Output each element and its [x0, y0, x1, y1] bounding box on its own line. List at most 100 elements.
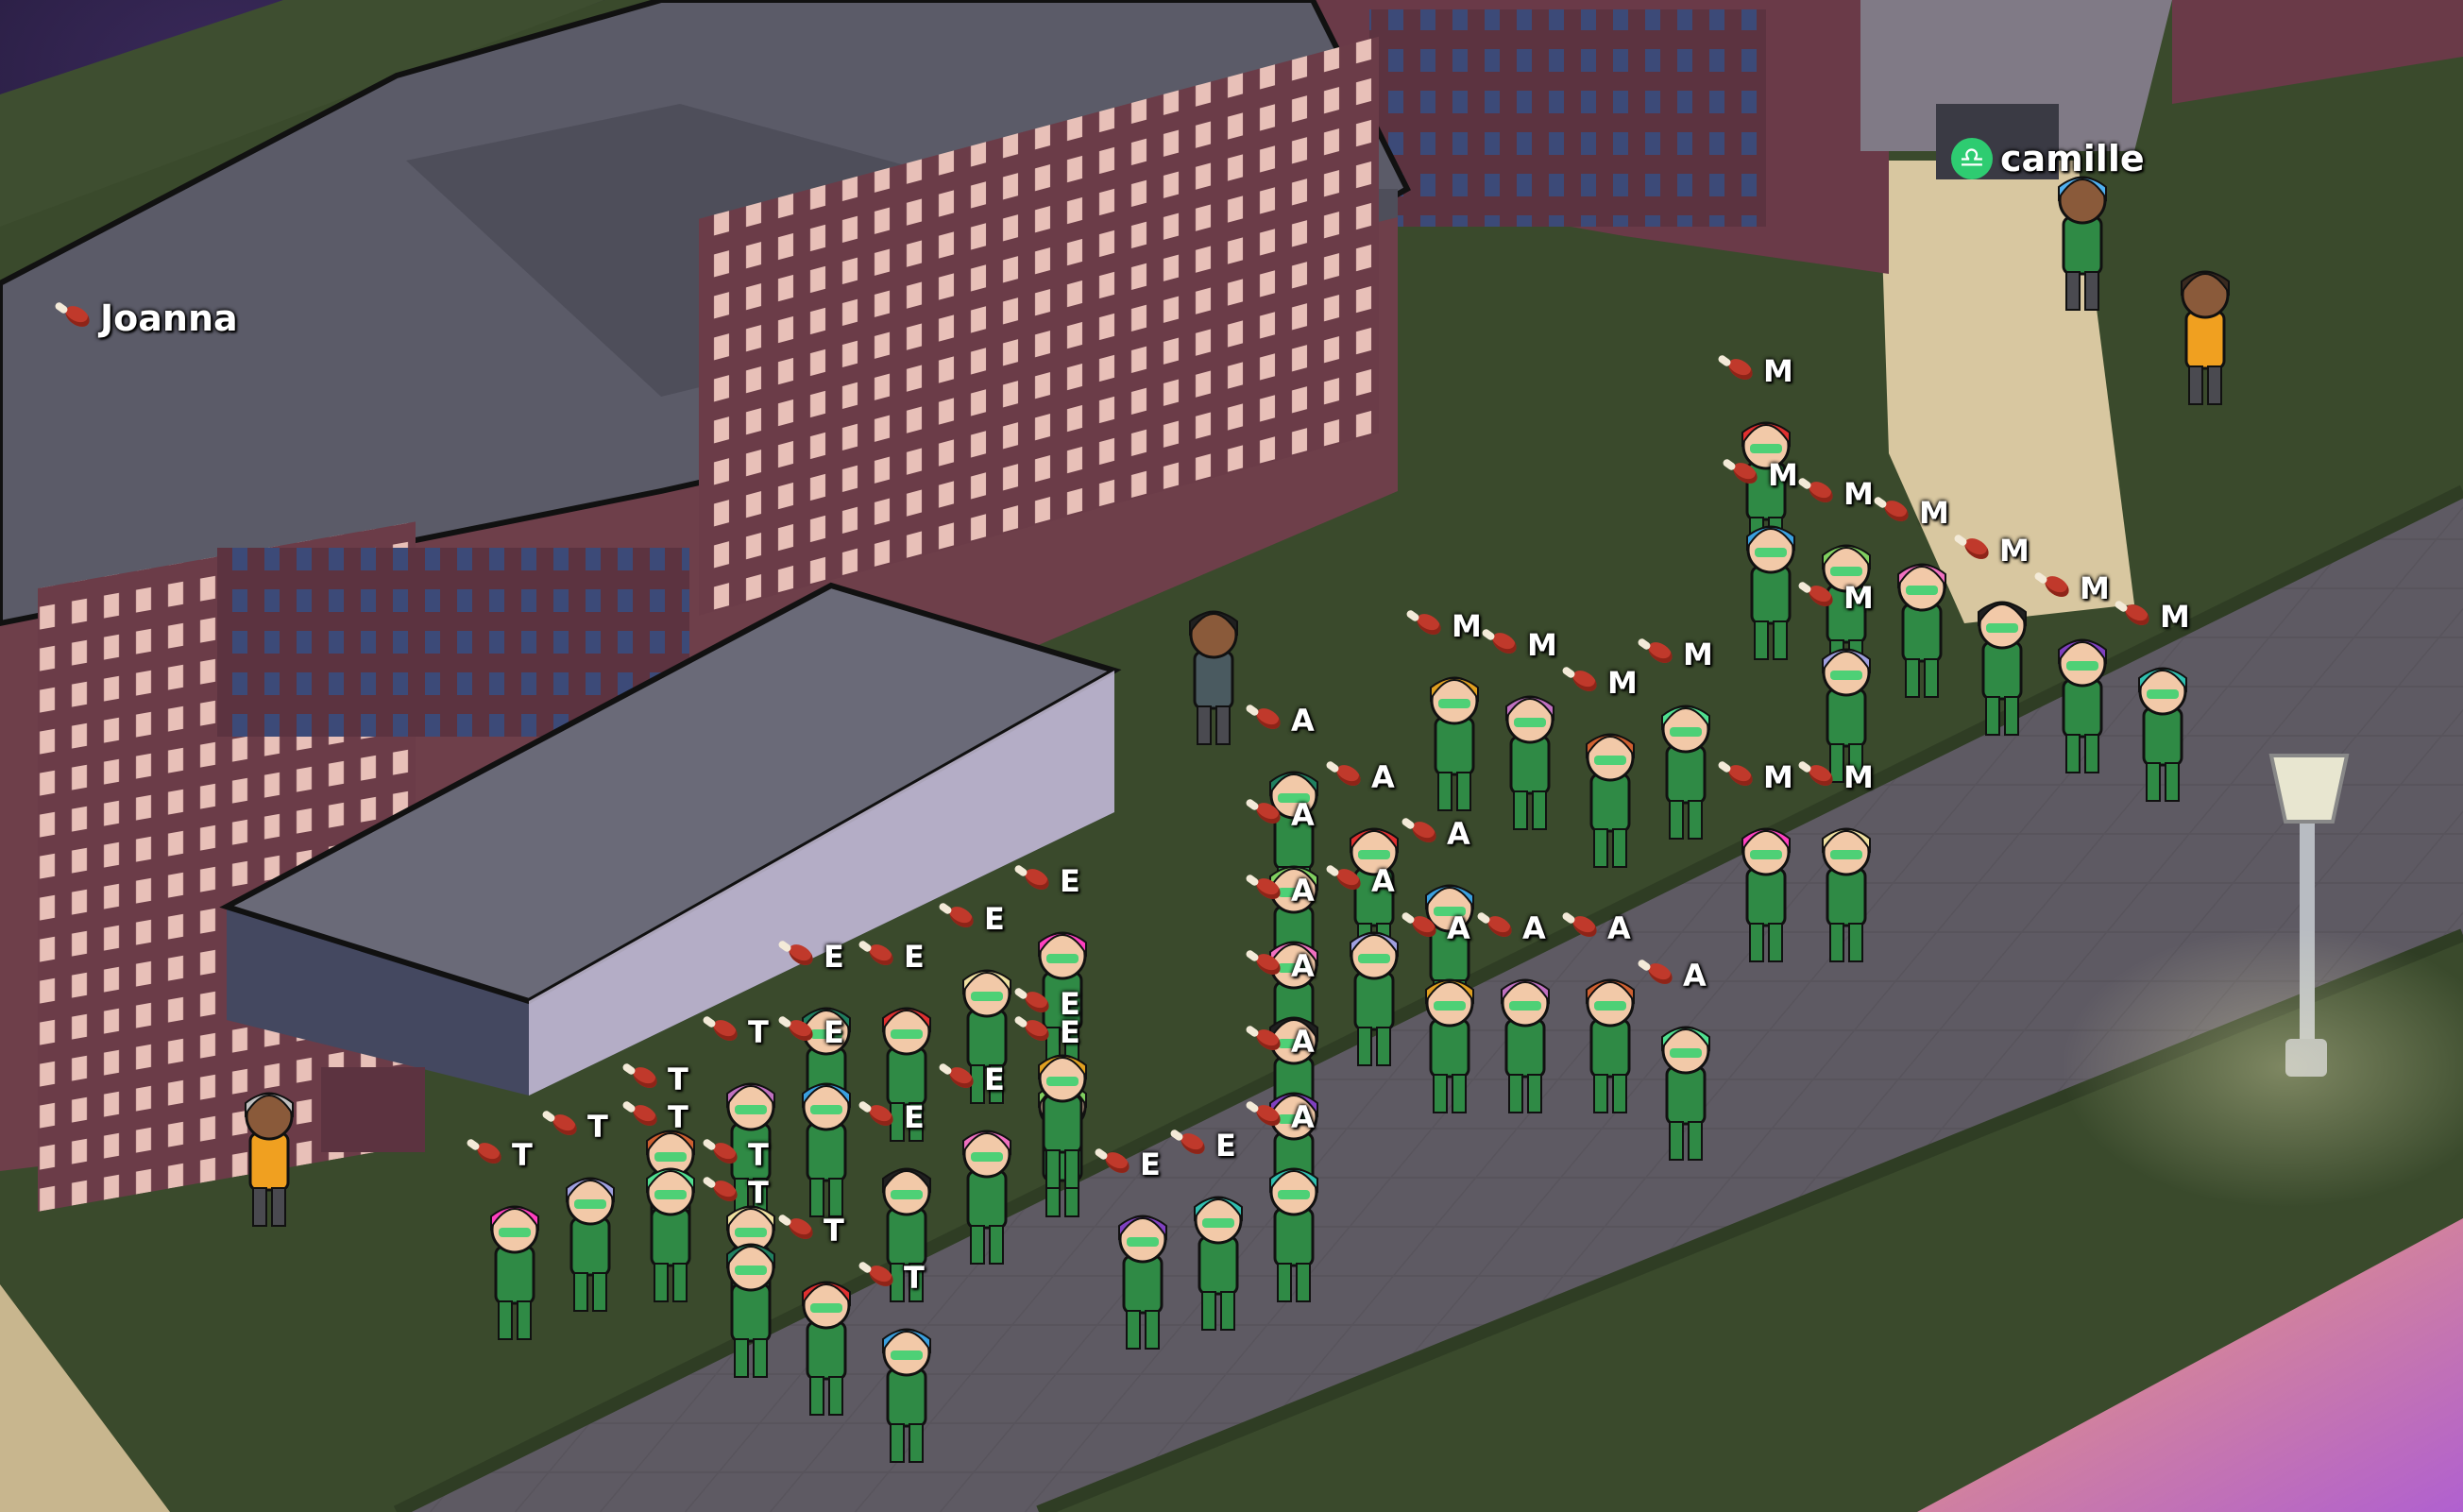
team-letter: T [748, 1137, 769, 1173]
meat-icon [1246, 1103, 1283, 1131]
meat-icon [703, 1141, 740, 1169]
meat-icon [622, 1065, 660, 1094]
team-letter: M [1763, 353, 1793, 389]
avatar[interactable]: A [1483, 910, 1568, 1133]
team-letter-tag: T [622, 1062, 688, 1097]
team-letter-tag: M [1718, 759, 1793, 795]
team-letter-tag: M [1954, 533, 2030, 569]
meat-icon [778, 1216, 816, 1245]
avatar[interactable]: E [1020, 986, 1105, 1209]
libra-zodiac-icon: ♎ [1951, 138, 1993, 179]
avatar[interactable] [1171, 586, 1256, 765]
meat-icon [1477, 914, 1515, 943]
meat-icon [1718, 357, 1756, 385]
player-nametag-camille[interactable]: ♎ camille [1951, 138, 2145, 179]
avatar[interactable]: T [628, 1099, 713, 1322]
avatar[interactable]: T [548, 1109, 633, 1332]
meat-icon [1718, 763, 1756, 791]
team-letter-tag: A [1326, 863, 1395, 899]
avatar[interactable]: T [864, 1260, 949, 1483]
avatar[interactable]: T [784, 1213, 869, 1436]
team-letter: E [824, 1014, 844, 1050]
team-letter-tag: A [1246, 797, 1315, 833]
team-letter: T [748, 1014, 769, 1050]
avatar[interactable]: M [1879, 495, 1964, 718]
meat-icon [1638, 961, 1675, 990]
team-letter: A [1607, 910, 1631, 946]
meat-icon [1798, 480, 1836, 508]
meat-icon [1638, 640, 1675, 669]
team-letter: E [824, 939, 844, 975]
team-letter-tag: E [858, 939, 925, 975]
avatar[interactable]: M [1568, 665, 1653, 888]
game-viewport[interactable]: M M M M M M M M M M M M M M A A A A A A … [0, 0, 2463, 1512]
team-letter: A [1291, 797, 1315, 833]
meat-icon [703, 1179, 740, 1207]
team-letter-tag: M [1718, 353, 1793, 389]
team-letter: M [2080, 570, 2110, 606]
avatar[interactable]: T [472, 1137, 557, 1360]
team-letter-tag: A [1477, 910, 1546, 946]
meat-icon [1562, 914, 1600, 943]
team-letter-tag: M [1798, 476, 1874, 512]
team-letter-tag: T [778, 1213, 844, 1249]
team-letter: E [1060, 863, 1080, 899]
meat-icon [1326, 763, 1364, 791]
meat-icon [1014, 867, 1052, 895]
avatar[interactable]: E [944, 1062, 1029, 1284]
meat-icon [1326, 867, 1364, 895]
meat-icon [1798, 584, 1836, 612]
team-letter: T [824, 1213, 844, 1249]
team-letter-tag: M [1723, 457, 1798, 493]
avatar[interactable]: M [1804, 759, 1889, 982]
team-letter: E [1140, 1147, 1161, 1182]
meat-icon [1723, 461, 1760, 489]
team-letter: A [1291, 703, 1315, 739]
avatar[interactable]: M [1487, 627, 1572, 850]
avatar[interactable]: E [1100, 1147, 1185, 1369]
team-letter-tag: M [1798, 580, 1874, 616]
avatar[interactable]: A [1643, 958, 1728, 1181]
avatar[interactable] [2163, 246, 2248, 425]
team-letter: T [668, 1062, 688, 1097]
meat-icon [467, 1141, 504, 1169]
team-letter-tag: T [467, 1137, 533, 1173]
avatar[interactable]: M [1960, 533, 2045, 756]
team-letter-tag: E [939, 1062, 1005, 1097]
team-letter: E [984, 1062, 1005, 1097]
meat-icon [1014, 990, 1052, 1018]
team-letter: E [1060, 986, 1080, 1022]
team-letter-tag: A [1401, 816, 1470, 852]
avatar[interactable]: A [1332, 863, 1417, 1086]
team-letter: A [1291, 948, 1315, 984]
avatar[interactable]: E [784, 1014, 869, 1237]
player-nametag-joanna[interactable]: Joanna [55, 297, 238, 339]
team-letter-tag: M [1562, 665, 1638, 701]
team-letter: E [904, 1099, 925, 1135]
avatar[interactable]: A [1251, 1099, 1336, 1322]
avatar[interactable]: M [2120, 599, 2205, 822]
team-letter-tag: T [703, 1014, 769, 1050]
team-letter: M [1452, 608, 1482, 644]
avatar[interactable]: M [1724, 759, 1809, 982]
avatar[interactable]: M [2040, 570, 2125, 793]
avatar[interactable] [227, 1067, 312, 1247]
avatar[interactable]: M [1412, 608, 1497, 831]
team-letter-tag: T [858, 1260, 925, 1296]
meat-icon [939, 905, 977, 933]
meat-icon [1170, 1131, 1208, 1160]
team-letter: T [904, 1260, 925, 1296]
team-letter-tag: A [1638, 958, 1707, 994]
avatar[interactable]: M [1643, 637, 1728, 859]
team-letter: A [1683, 958, 1707, 994]
team-letter: M [1843, 476, 1874, 512]
meat-icon [2034, 574, 2072, 603]
meat-icon [1246, 952, 1283, 980]
team-letter-tag: A [1246, 873, 1315, 909]
team-letter: A [1447, 816, 1470, 852]
avatar[interactable]: E [1176, 1128, 1261, 1351]
avatar[interactable]: A [1407, 910, 1492, 1133]
meat-icon [1954, 536, 1992, 565]
team-letter-tag: T [703, 1175, 769, 1211]
team-letter-tag: T [703, 1137, 769, 1173]
